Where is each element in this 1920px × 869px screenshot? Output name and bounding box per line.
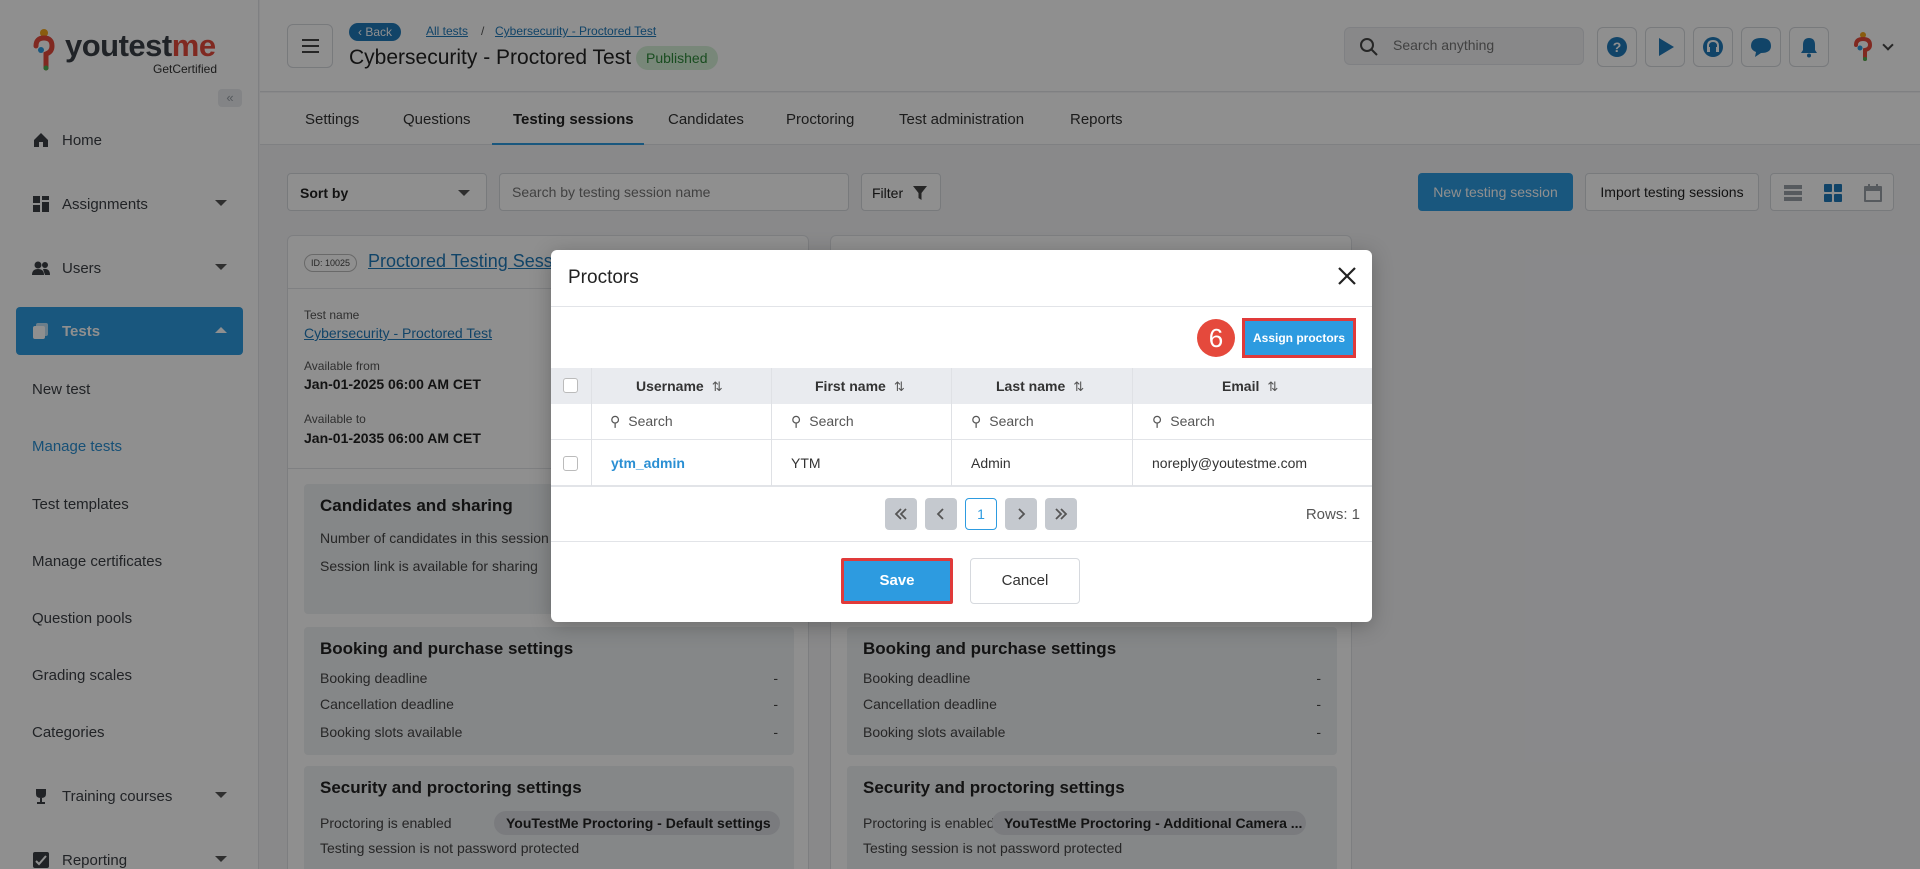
column-header-last-name[interactable]: Last name ⇅ [996,378,1084,395]
proctors-dialog: Proctors 6 Assign proctors Username ⇅ Fir… [551,250,1372,622]
sort-icon: ⇅ [893,379,905,394]
double-chevron-right-icon [1055,508,1068,520]
save-button[interactable]: Save [841,558,953,604]
cancel-button[interactable]: Cancel [970,558,1080,604]
row-checkbox[interactable] [563,456,578,471]
first-name-cell: YTM [791,455,821,471]
table-filter-row: ⚲ Search ⚲ Search ⚲ Search ⚲ Search [551,404,1372,440]
dialog-title: Proctors [568,267,639,288]
sort-icon: ⇅ [1267,379,1279,394]
column-header-email[interactable]: Email ⇅ [1222,378,1278,395]
last-page-button[interactable] [1045,498,1077,530]
search-icon: ⚲ [791,413,802,429]
email-filter[interactable]: ⚲ Search [1152,413,1215,430]
search-icon: ⚲ [971,413,982,429]
username-filter[interactable]: ⚲ Search [610,413,673,430]
chevron-right-icon [1018,508,1026,520]
rows-count: Rows: 1 [1305,506,1360,523]
sort-icon: ⇅ [711,379,723,394]
previous-page-button[interactable] [925,498,957,530]
search-icon: ⚲ [610,413,621,429]
double-chevron-left-icon [894,508,907,520]
table-row[interactable]: ytm_admin YTM Admin noreply@youtestme.co… [551,440,1372,486]
chevron-left-icon [936,508,944,520]
select-all-checkbox[interactable] [563,378,578,393]
close-icon[interactable] [1336,265,1358,287]
first-page-button[interactable] [885,498,917,530]
column-header-first-name[interactable]: First name ⇅ [815,378,905,395]
next-page-button[interactable] [1005,498,1037,530]
email-cell: noreply@youtestme.com [1152,455,1308,471]
page-number-button[interactable]: 1 [965,498,997,530]
username-cell[interactable]: ytm_admin [611,455,685,471]
last-name-filter[interactable]: ⚲ Search [971,413,1034,430]
step-number-badge: 6 [1197,319,1235,357]
assign-proctors-button[interactable]: Assign proctors [1242,318,1356,358]
search-icon: ⚲ [1152,413,1163,429]
last-name-cell: Admin [971,455,1011,471]
table-header: Username ⇅ First name ⇅ Last name ⇅ Email ⇅ [551,368,1372,404]
column-header-username[interactable]: Username ⇅ [636,378,723,395]
sort-icon: ⇅ [1073,379,1085,394]
first-name-filter[interactable]: ⚲ Search [791,413,854,430]
